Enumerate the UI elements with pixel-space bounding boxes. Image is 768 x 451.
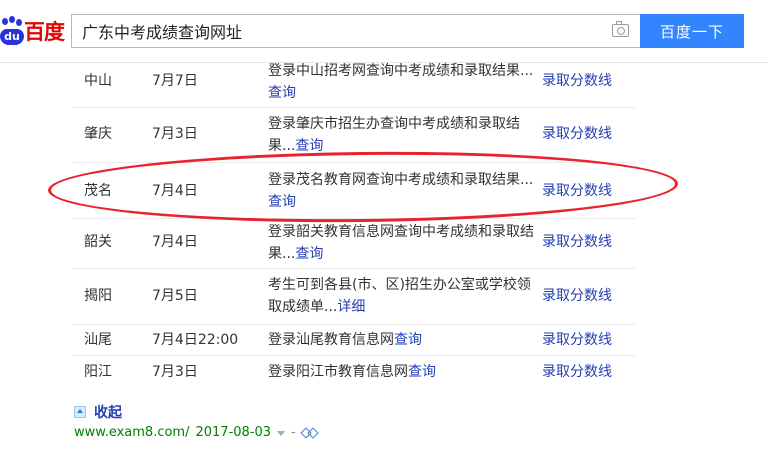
score-line-link[interactable]: 录取分数线 bbox=[542, 285, 612, 307]
logo-du-text: du bbox=[0, 29, 24, 45]
query-link[interactable]: 查询 bbox=[295, 246, 323, 262]
search-results-page: du 百度 百度一下 中山 7月7日 登录中山招考网查询中考成绩和录取结果...… bbox=[0, 0, 768, 451]
desc-line: 登录韶关教育信息网查询中考成绩和录取结 bbox=[268, 224, 534, 240]
camera-icon[interactable] bbox=[612, 21, 629, 37]
city-cell: 中山 bbox=[84, 73, 112, 89]
score-line-link[interactable]: 录取分数线 bbox=[542, 180, 612, 202]
table-row: 阳江 7月3日 登录阳江市教育信息网查询 录取分数线 bbox=[72, 356, 636, 388]
search-header: du 百度 百度一下 bbox=[0, 0, 768, 63]
desc-cell: 登录阳江市教育信息网查询 bbox=[268, 361, 538, 383]
desc-prefix: 登录汕尾教育信息网 bbox=[268, 332, 394, 348]
score-line-link[interactable]: 录取分数线 bbox=[542, 329, 612, 351]
table-row: 揭阳 7月5日 考生可到各县(市、区)招生办公室或学校领 取成绩单...详细 录… bbox=[72, 269, 636, 325]
detail-link[interactable]: 详细 bbox=[337, 299, 365, 315]
baidu-logo[interactable]: du 百度 bbox=[0, 14, 70, 48]
desc-prefix: 取成绩单... bbox=[268, 299, 338, 315]
city-cell: 揭阳 bbox=[84, 288, 112, 304]
query-link[interactable]: 查询 bbox=[394, 332, 422, 348]
date-cell: 7月4日 bbox=[152, 234, 198, 250]
search-box bbox=[71, 14, 641, 48]
desc-line: 登录中山招考网查询中考成绩和录取结果... bbox=[268, 63, 534, 79]
desc-cell: 考生可到各县(市、区)招生办公室或学校领 取成绩单...详细 bbox=[268, 274, 538, 318]
city-cell: 汕尾 bbox=[84, 332, 112, 348]
desc-prefix: 登录阳江市教育信息网 bbox=[268, 364, 408, 380]
query-link[interactable]: 查询 bbox=[408, 364, 436, 380]
score-line-link[interactable]: 录取分数线 bbox=[542, 231, 612, 253]
desc-line: 考生可到各县(市、区)招生办公室或学校领 bbox=[268, 277, 531, 293]
city-cell: 韶关 bbox=[84, 234, 112, 250]
desc-cell: 登录茂名教育网查询中考成绩和录取结果... 查询 bbox=[268, 169, 538, 213]
caret-down-icon[interactable] bbox=[277, 431, 286, 436]
query-link[interactable]: 查询 bbox=[268, 194, 296, 210]
desc-prefix: 果... bbox=[268, 246, 296, 262]
date-cell: 7月3日 bbox=[152, 126, 198, 142]
paw-icon: du bbox=[0, 16, 24, 46]
date-cell: 7月3日 bbox=[152, 364, 198, 380]
score-line-link[interactable]: 录取分数线 bbox=[542, 361, 612, 383]
date-cell: 7月5日 bbox=[152, 288, 198, 304]
city-cell: 阳江 bbox=[84, 364, 112, 380]
collapse-toggle[interactable]: 收起 bbox=[74, 403, 122, 421]
table-row: 中山 7月7日 登录中山招考网查询中考成绩和录取结果... 查询 录取分数线 bbox=[72, 62, 636, 108]
search-input[interactable] bbox=[82, 15, 602, 47]
desc-line: 登录肇庆市招生办查询中考成绩和录取结 bbox=[268, 116, 520, 132]
source-line: www.exam8.com/ 2017-08-03 - bbox=[74, 425, 318, 440]
collapse-label: 收起 bbox=[94, 405, 122, 421]
desc-line: 登录茂名教育网查询中考成绩和录取结果... bbox=[268, 172, 534, 188]
table-row: 肇庆 7月3日 登录肇庆市招生办查询中考成绩和录取结 果...查询 录取分数线 bbox=[72, 108, 636, 163]
trust-badge-icon[interactable] bbox=[302, 428, 318, 438]
query-link[interactable]: 查询 bbox=[268, 85, 296, 101]
query-link[interactable]: 查询 bbox=[295, 138, 323, 154]
desc-prefix: 果... bbox=[268, 138, 296, 154]
logo-text: 百度 bbox=[24, 20, 65, 44]
desc-cell: 登录韶关教育信息网查询中考成绩和录取结 果...查询 bbox=[268, 221, 538, 265]
table-row: 茂名 7月4日 登录茂名教育网查询中考成绩和录取结果... 查询 录取分数线 bbox=[72, 163, 636, 219]
date-cell: 7月4日 bbox=[152, 183, 198, 199]
search-button[interactable]: 百度一下 bbox=[640, 14, 744, 48]
separator: - bbox=[291, 425, 296, 440]
source-date: 2017-08-03 bbox=[195, 425, 272, 440]
table-row: 韶关 7月4日 登录韶关教育信息网查询中考成绩和录取结 果...查询 录取分数线 bbox=[72, 219, 636, 269]
date-cell: 7月4日22:00 bbox=[152, 332, 239, 348]
city-cell: 肇庆 bbox=[84, 126, 112, 142]
desc-cell: 登录汕尾教育信息网查询 bbox=[268, 329, 538, 351]
city-cell: 茂名 bbox=[84, 183, 112, 199]
score-line-link[interactable]: 录取分数线 bbox=[542, 123, 612, 145]
collapse-arrow-icon bbox=[74, 406, 86, 418]
desc-cell: 登录肇庆市招生办查询中考成绩和录取结 果...查询 bbox=[268, 113, 538, 157]
source-url[interactable]: www.exam8.com/ bbox=[74, 425, 189, 440]
results-table: 中山 7月7日 登录中山招考网查询中考成绩和录取结果... 查询 录取分数线 肇… bbox=[72, 62, 636, 388]
table-row: 汕尾 7月4日22:00 登录汕尾教育信息网查询 录取分数线 bbox=[72, 325, 636, 356]
score-line-link[interactable]: 录取分数线 bbox=[542, 70, 612, 92]
date-cell: 7月7日 bbox=[152, 73, 198, 89]
desc-cell: 登录中山招考网查询中考成绩和录取结果... 查询 bbox=[268, 60, 538, 104]
